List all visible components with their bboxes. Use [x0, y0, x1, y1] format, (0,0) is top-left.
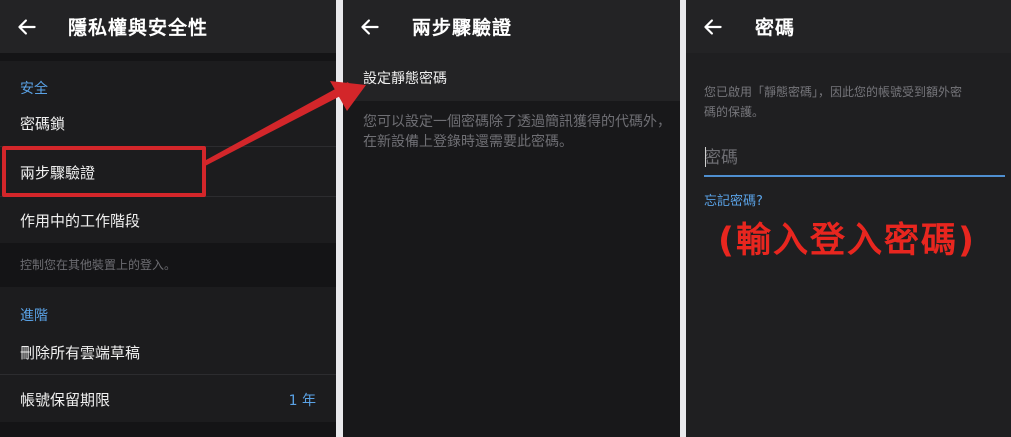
- description-line-1: 您可以設定一個密碼除了透過簡訊獲得的代碼外，: [363, 114, 671, 130]
- info-line-2: 碼的保護。: [704, 105, 765, 119]
- arrow-left-icon[interactable]: [700, 14, 726, 40]
- bottom-area: [0, 422, 336, 437]
- active-sessions-item[interactable]: 作用中的工作階段: [20, 210, 140, 231]
- top-bar: 兩步驟驗證: [343, 0, 680, 53]
- two-step-verification-screen: 兩步驟驗證 設定靜態密碼 您可以設定一個密碼除了透過簡訊獲得的代碼外， 在新設備…: [343, 0, 680, 437]
- privacy-security-screen: 隱私權與安全性 安全 密碼鎖 兩步驟驗證 作用中的工作階段 控制您在其他裝置上的…: [0, 0, 336, 437]
- arrow-left-icon[interactable]: [14, 14, 40, 40]
- top-bar: 密碼: [686, 0, 1011, 53]
- forgot-password-link[interactable]: 忘記密碼?: [704, 190, 763, 209]
- page-title: 隱私權與安全性: [68, 17, 209, 39]
- set-password-row[interactable]: 設定靜態密碼: [343, 53, 680, 101]
- description-line-2: 在新設備上登錄時還需要此密碼。: [363, 134, 573, 150]
- section-advanced-label: 進階: [20, 308, 48, 324]
- sessions-hint: 控制您在其他裝置上的登入。: [20, 258, 177, 272]
- page-title: 兩步驟驗證: [412, 17, 513, 39]
- section-security-label: 安全: [20, 81, 48, 97]
- highlight-box: [2, 146, 206, 197]
- section-gap: [0, 53, 336, 61]
- passcode-lock-item[interactable]: 密碼鎖: [20, 113, 65, 134]
- annotation-label: (輸入登入密碼): [718, 221, 976, 261]
- account-ttl-value[interactable]: 1 年: [289, 390, 316, 410]
- divider: [0, 374, 336, 375]
- password-screen: 密碼 您已啟用「靜態密碼」，因此您的帳號受到額外密 碼的保護。 忘記密碼? (輸…: [686, 0, 1011, 437]
- page-title: 密碼: [755, 17, 796, 39]
- arrow-left-icon[interactable]: [357, 14, 383, 40]
- info-line-1: 您已啟用「靜態密碼」，因此您的帳號受到額外密: [704, 85, 963, 99]
- account-ttl-item[interactable]: 帳號保留期限: [20, 389, 110, 410]
- password-input[interactable]: [704, 141, 1005, 175]
- set-password-label[interactable]: 設定靜態密碼: [363, 68, 447, 88]
- top-bar: 隱私權與安全性: [0, 0, 336, 53]
- password-field[interactable]: [704, 141, 1005, 177]
- text-caret: [705, 147, 706, 167]
- delete-cloud-drafts-item[interactable]: 刪除所有雲端草稿: [20, 342, 140, 363]
